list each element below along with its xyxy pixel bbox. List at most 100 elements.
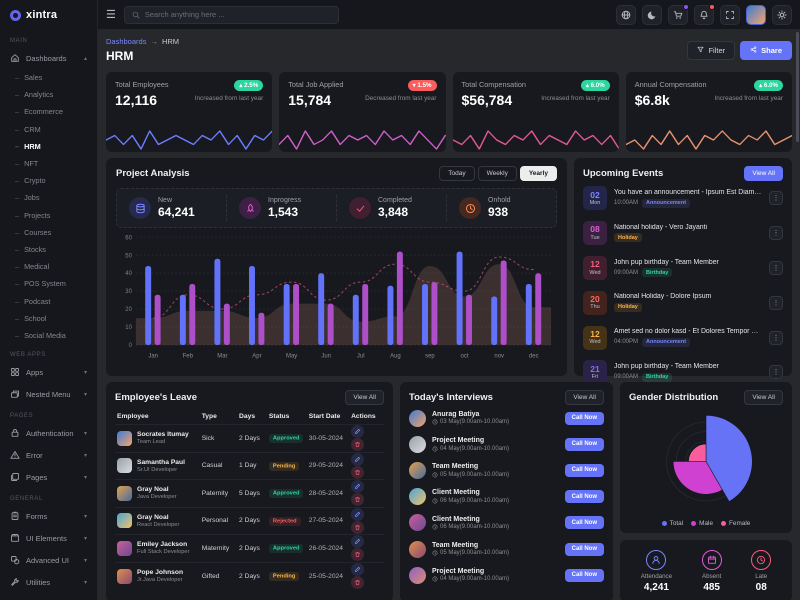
gender-view-all-button[interactable]: View All	[744, 390, 783, 405]
menu-toggle-button[interactable]: ☰	[106, 8, 116, 21]
leave-days: 2 Days	[237, 425, 267, 453]
sidebar-item-widgets[interactable]: Widgets	[0, 593, 97, 600]
edit-button[interactable]	[351, 508, 364, 521]
sidebar-subitem-analytics[interactable]: –Analytics	[0, 86, 97, 103]
settings-button[interactable]	[772, 5, 792, 25]
call-now-button[interactable]: Call Now	[565, 464, 604, 477]
sidebar-item-ui-elements[interactable]: UI Elements▾	[0, 527, 97, 549]
sidebar-subitem-crypto[interactable]: –Crypto	[0, 172, 97, 189]
sidebar-subitem-social-media[interactable]: –Social Media	[0, 327, 97, 344]
filter-button[interactable]: Filter	[687, 41, 735, 60]
leave-view-all-button[interactable]: View All	[345, 390, 384, 405]
stat-note: Increased from last year	[195, 95, 264, 102]
sidebar-subitem-hrm[interactable]: –HRM	[0, 138, 97, 155]
pencil-icon	[354, 428, 361, 435]
svg-text:May: May	[286, 352, 298, 359]
sidebar-subitem-crm[interactable]: –CRM	[0, 121, 97, 138]
scrollbar[interactable]	[796, 32, 799, 142]
column-header: Start Date	[307, 410, 349, 425]
sidebar-item-error[interactable]: Error▾	[0, 444, 97, 466]
sidebar-item-pages[interactable]: Pages▾	[0, 466, 97, 488]
sidebar-item-utilities[interactable]: Utilities▾	[0, 571, 97, 593]
call-now-button[interactable]: Call Now	[565, 438, 604, 451]
edit-button[interactable]	[351, 535, 364, 548]
sidebar-item-apps[interactable]: Apps▾	[0, 361, 97, 383]
avatar	[409, 436, 426, 453]
sidebar-subitem-pos-system[interactable]: –POS System	[0, 275, 97, 292]
events-view-all-button[interactable]: View All	[744, 166, 783, 181]
interview-time: 03 May(9.00am-10.00am)	[432, 419, 509, 425]
interviews-view-all-button[interactable]: View All	[565, 390, 604, 405]
interview-time: 05 May(9.00am-10.00am)	[432, 550, 509, 556]
svg-text:Mar: Mar	[217, 352, 227, 359]
event-menu-button[interactable]: ⋮	[769, 191, 783, 205]
search-input[interactable]	[145, 10, 331, 19]
attendance-stat-attendance: Attendance4,241	[641, 550, 672, 593]
edit-button[interactable]	[351, 563, 364, 576]
sidebar-subitem-medical[interactable]: –Medical	[0, 258, 97, 275]
edit-button[interactable]	[351, 425, 364, 438]
clock-icon	[432, 419, 438, 425]
delete-button[interactable]	[351, 493, 364, 506]
svg-text:60: 60	[125, 234, 132, 241]
app-logo[interactable]: xintra	[0, 0, 97, 30]
sidebar-item-nested-menu[interactable]: Nested Menu▾	[0, 383, 97, 405]
notifications-button[interactable]	[694, 5, 714, 25]
search-box[interactable]	[124, 6, 339, 24]
call-now-button[interactable]: Call Now	[565, 412, 604, 425]
pencil-icon	[354, 511, 361, 518]
delete-button[interactable]	[351, 438, 364, 451]
call-now-button[interactable]: Call Now	[565, 569, 604, 582]
sidebar-item-forms[interactable]: Forms▾	[0, 505, 97, 527]
sidebar-subitem-nft[interactable]: –NFT	[0, 155, 97, 172]
period-chip-today[interactable]: Today	[439, 166, 474, 181]
sidebar-subitem-podcast[interactable]: –Podcast	[0, 292, 97, 309]
call-now-button[interactable]: Call Now	[565, 516, 604, 529]
sidebar-subitem-ecommerce[interactable]: –Ecommerce	[0, 103, 97, 120]
delete-button[interactable]	[351, 466, 364, 479]
warning-icon	[10, 450, 20, 460]
fullscreen-button[interactable]	[720, 5, 740, 25]
sidebar-item-advanced-ui[interactable]: Advanced UI▾	[0, 549, 97, 571]
clock-icon	[432, 550, 438, 556]
call-now-button[interactable]: Call Now	[565, 490, 604, 503]
sidebar-subitem-stocks[interactable]: –Stocks	[0, 241, 97, 258]
period-chip-weekly[interactable]: Weekly	[478, 166, 517, 181]
sidebar-subitem-school[interactable]: –School	[0, 310, 97, 327]
sidebar-subitem-jobs[interactable]: –Jobs	[0, 189, 97, 206]
breadcrumb-current: HRM	[162, 37, 179, 46]
event-menu-button[interactable]: ⋮	[769, 226, 783, 240]
svg-text:40: 40	[125, 270, 132, 277]
event-menu-button[interactable]: ⋮	[769, 296, 783, 310]
user-avatar[interactable]	[746, 5, 766, 25]
leave-days: 2 Days	[237, 535, 267, 563]
start-date: 30-05-2024	[307, 425, 349, 453]
leave-type: Gifted	[200, 562, 237, 590]
todays-interviews-title: Today's Interviews	[409, 392, 493, 403]
svg-text:Jan: Jan	[148, 352, 158, 359]
table-row: Gray NoalJava DeveloperPaternity5 DaysAp…	[115, 480, 384, 508]
sidebar-subitem-projects[interactable]: –Projects	[0, 207, 97, 224]
edit-button[interactable]	[351, 453, 364, 466]
event-menu-button[interactable]: ⋮	[769, 261, 783, 275]
call-now-button[interactable]: Call Now	[565, 543, 604, 556]
language-switcher-button[interactable]	[616, 5, 636, 25]
breadcrumb-parent[interactable]: Dashboards	[106, 37, 146, 46]
sidebar-item-dashboards[interactable]: Dashboards▴	[0, 47, 97, 69]
period-chip-yearly[interactable]: Yearly	[520, 166, 557, 181]
svg-text:Aug: Aug	[390, 352, 401, 359]
delete-button[interactable]	[351, 521, 364, 534]
edit-button[interactable]	[351, 480, 364, 493]
sidebar-subitem-courses[interactable]: –Courses	[0, 224, 97, 241]
cart-button[interactable]	[668, 5, 688, 25]
event-menu-button[interactable]: ⋮	[769, 331, 783, 345]
sidebar-item-authentication[interactable]: Authentication▾	[0, 422, 97, 444]
theme-toggle-button[interactable]	[642, 5, 662, 25]
share-button[interactable]: Share	[740, 41, 792, 60]
delete-button[interactable]	[351, 576, 364, 589]
event-menu-button[interactable]: ⋮	[769, 365, 783, 379]
delete-button[interactable]	[351, 548, 364, 561]
sidebar-subitem-sales[interactable]: –Sales	[0, 69, 97, 86]
chevron-icon: ▴	[84, 55, 87, 62]
gender-distribution-card: Gender Distribution View All TotalMaleFe…	[620, 382, 792, 533]
